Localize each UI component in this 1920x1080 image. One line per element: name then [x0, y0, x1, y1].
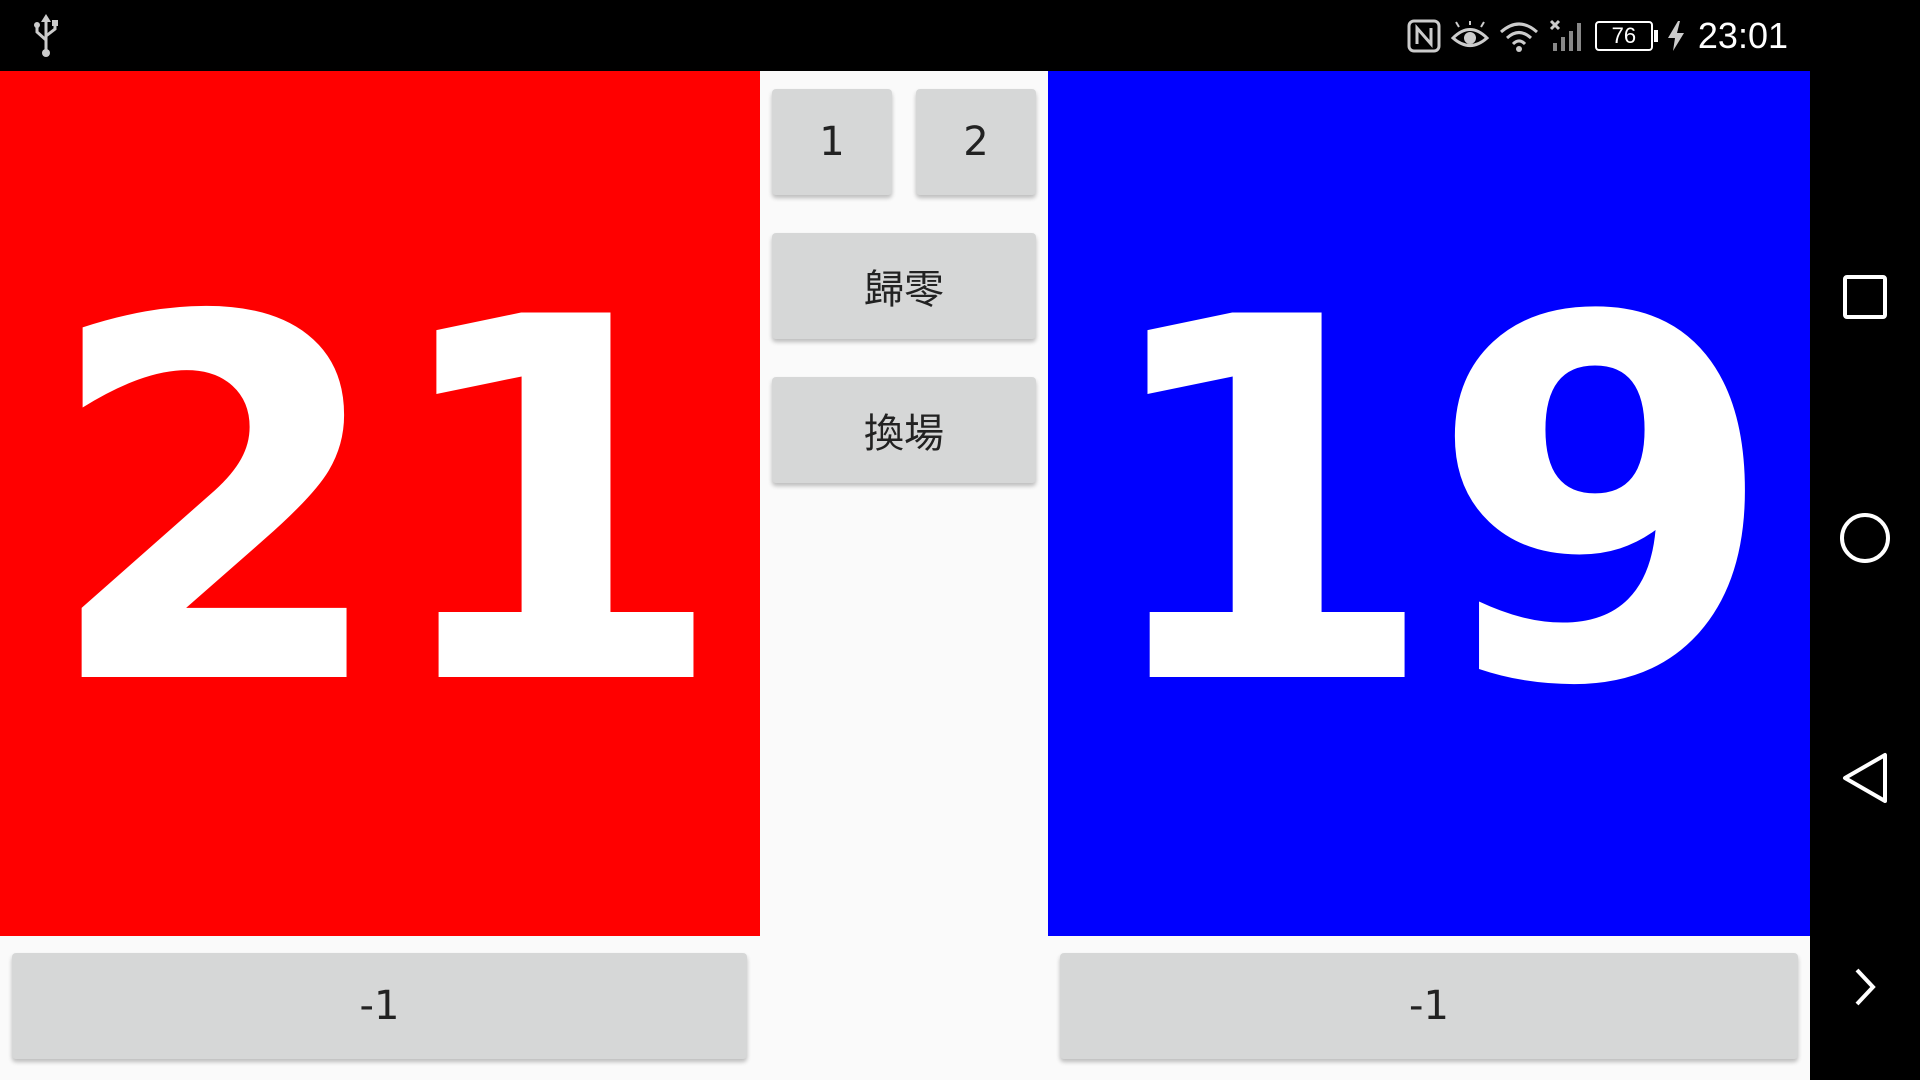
nav-expand-button[interactable]	[1830, 954, 1900, 1024]
left-minus-one-button[interactable]: -1	[12, 953, 747, 1059]
wifi-icon	[1499, 20, 1539, 52]
eye-comfort-icon	[1450, 21, 1489, 51]
right-minus-one-button[interactable]: -1	[1060, 953, 1798, 1059]
home-icon	[1839, 512, 1891, 568]
recent-apps-icon	[1842, 274, 1888, 324]
screen: 76 23:01 21 19 1 2 歸零 換場 -1 -1	[0, 0, 1920, 1080]
swap-sides-button[interactable]: 換場	[772, 377, 1036, 483]
back-button[interactable]	[1830, 745, 1900, 815]
recent-apps-button[interactable]	[1830, 264, 1900, 334]
status-clock: 23:01	[1697, 15, 1788, 56]
navigation-bar	[1810, 0, 1920, 1080]
status-bar: 76 23:01	[0, 0, 1810, 71]
right-score-panel[interactable]: 19	[1048, 71, 1810, 936]
set-1-button[interactable]: 1	[772, 89, 892, 195]
left-score-panel[interactable]: 21	[0, 71, 760, 936]
no-signal-icon	[1549, 19, 1585, 53]
scoreboard-app: 21 19 1 2 歸零 換場 -1 -1	[0, 71, 1810, 1080]
reset-button[interactable]: 歸零	[772, 233, 1036, 339]
battery-tip	[1653, 30, 1658, 42]
chevron-right-icon	[1851, 967, 1879, 1011]
home-button[interactable]	[1830, 505, 1900, 575]
battery-level: 76	[1594, 21, 1653, 51]
back-icon	[1841, 752, 1889, 808]
usb-icon	[30, 14, 62, 58]
battery-indicator: 76	[1594, 21, 1658, 51]
status-icons: 76 23:01	[1407, 12, 1788, 60]
nfc-icon	[1407, 19, 1441, 53]
charging-bolt-icon	[1667, 21, 1684, 51]
set-2-button[interactable]: 2	[916, 89, 1036, 195]
